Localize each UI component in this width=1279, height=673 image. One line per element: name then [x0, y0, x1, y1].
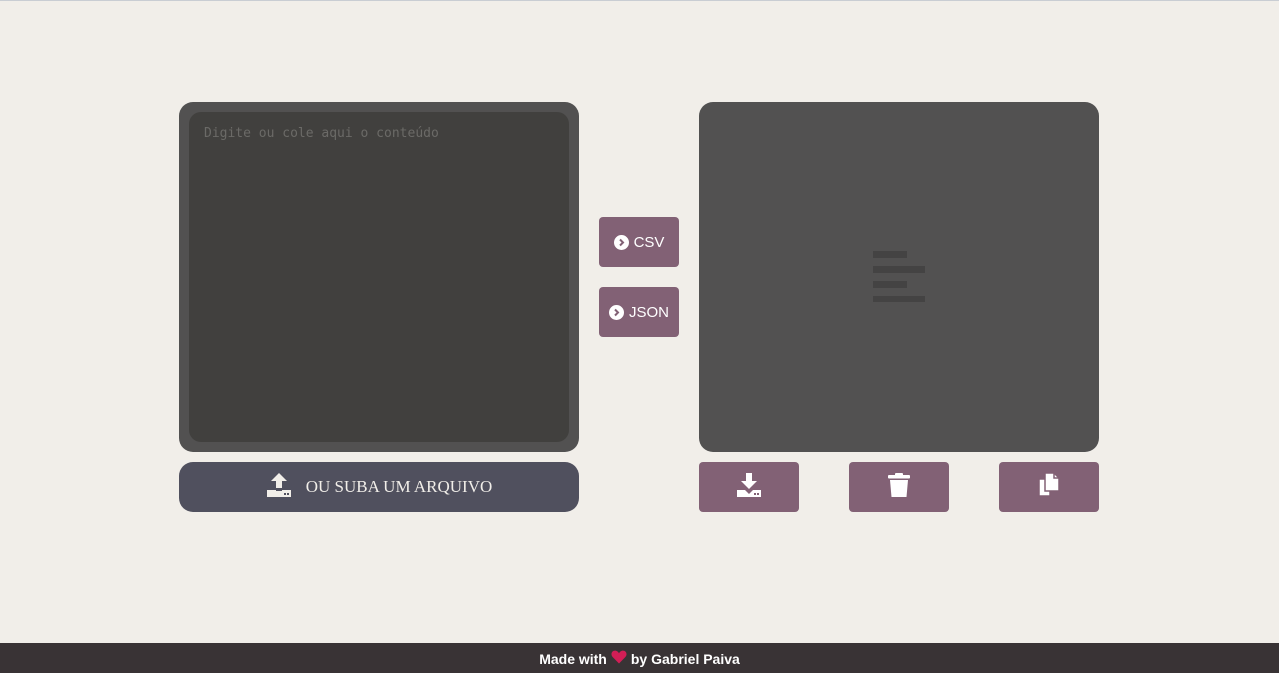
- input-panel: [179, 102, 579, 452]
- footer-made-with: Made with: [539, 650, 607, 667]
- content-input[interactable]: [189, 112, 569, 442]
- chevron-circle-right-icon: [613, 234, 629, 250]
- download-button[interactable]: [699, 462, 799, 512]
- footer: Made with by Gabriel Paiva: [0, 643, 1279, 673]
- convert-csv-button[interactable]: CSV: [599, 217, 679, 267]
- chevron-circle-right-icon: [608, 304, 624, 320]
- convert-csv-label: CSV: [633, 233, 665, 251]
- heart-icon: [611, 650, 627, 667]
- upload-label: OU SUBA UM ARQUIVO: [305, 477, 493, 496]
- copy-button[interactable]: [999, 462, 1099, 512]
- output-panel: [699, 102, 1099, 452]
- convert-json-button[interactable]: JSON: [599, 287, 679, 337]
- download-icon: [736, 472, 762, 503]
- clear-button[interactable]: [849, 462, 949, 512]
- copy-icon: [1037, 471, 1061, 503]
- convert-json-label: JSON: [628, 303, 669, 321]
- align-left-icon: [872, 248, 926, 307]
- upload-file-button[interactable]: OU SUBA UM ARQUIVO: [179, 462, 579, 512]
- footer-author: by Gabriel Paiva: [630, 650, 740, 667]
- upload-icon: [266, 472, 292, 503]
- trash-icon: [887, 472, 911, 503]
